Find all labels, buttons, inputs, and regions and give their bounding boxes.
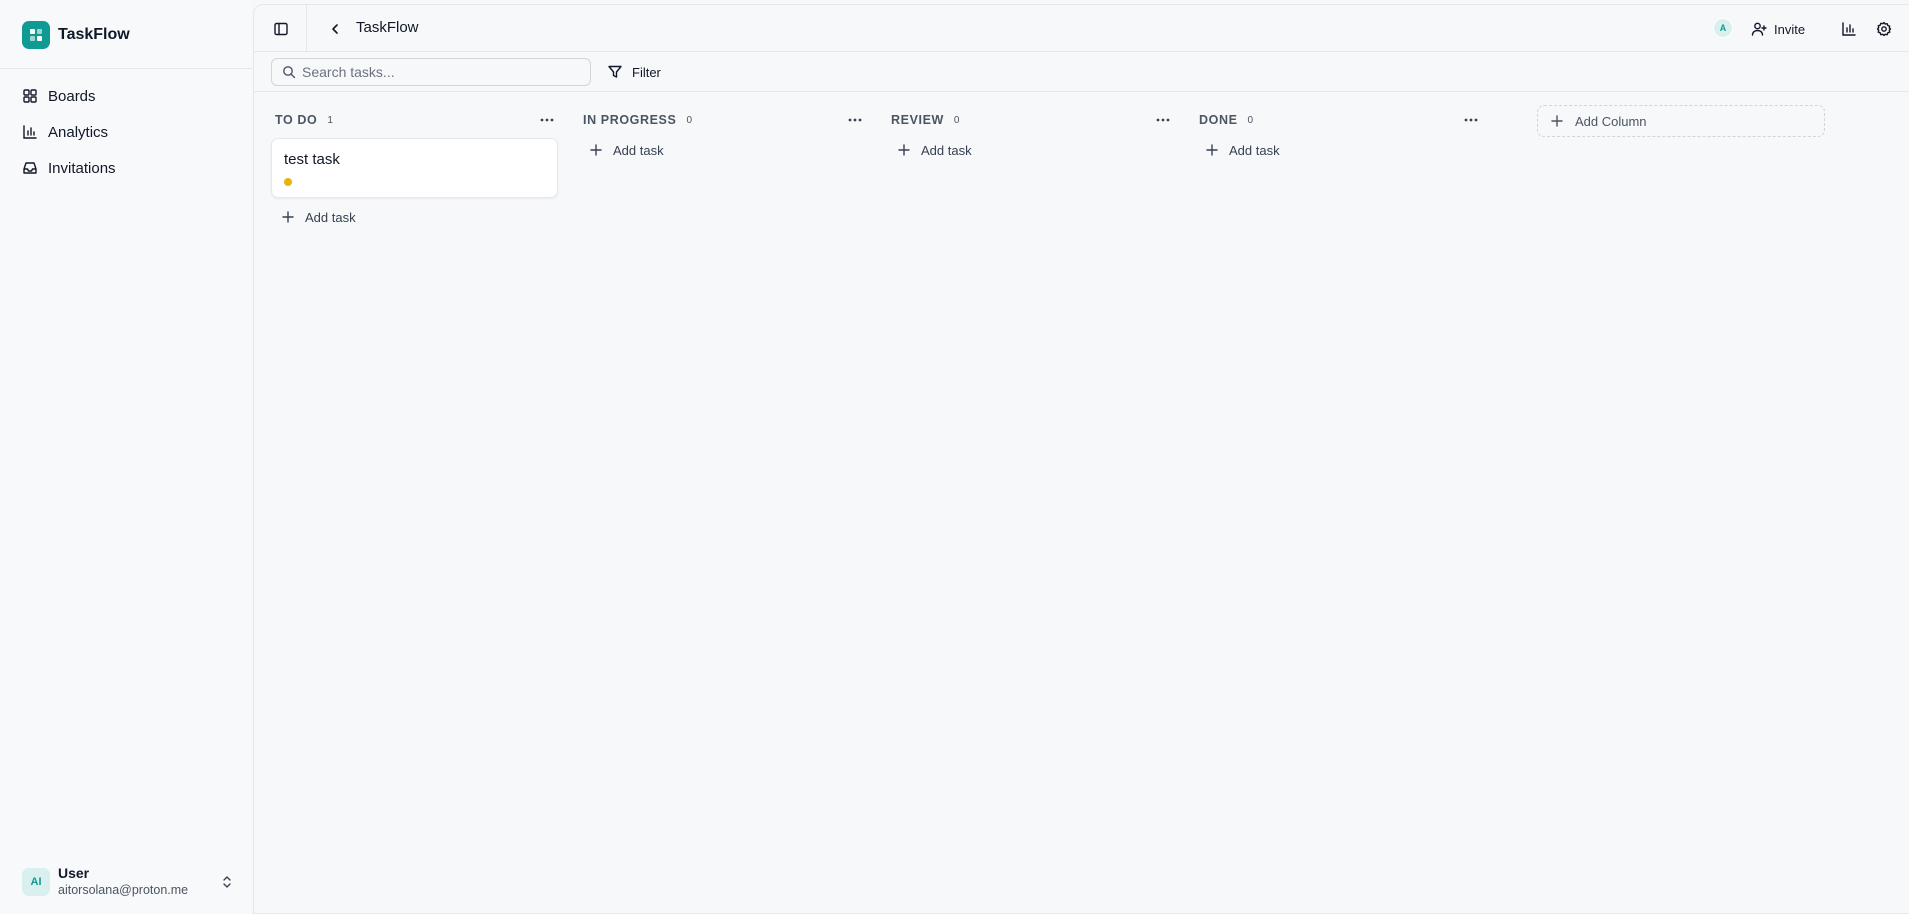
- column-header: DONE 0: [1195, 109, 1483, 131]
- main-panel: TaskFlow A Invite Search tasks... Filter…: [253, 4, 1909, 914]
- add-task-button[interactable]: Add task: [887, 136, 1175, 164]
- column-header: REVIEW 0: [887, 109, 1175, 131]
- inbox-icon: [23, 162, 37, 174]
- column-done: DONE 0 Add task: [1195, 109, 1483, 164]
- more-horizontal-icon: [1156, 118, 1170, 122]
- more-horizontal-icon: [848, 118, 862, 122]
- column-todo: TO DO 1 test task Add task: [271, 109, 559, 231]
- plus-icon: [1551, 115, 1563, 127]
- member-avatar[interactable]: A: [1713, 18, 1733, 38]
- bar-chart-icon: [23, 125, 37, 139]
- app-root: TaskFlow Boards Analytics Invitations AI…: [0, 0, 1909, 914]
- sidebar-item-label: Boards: [48, 87, 96, 105]
- sidebar-divider: [0, 68, 252, 69]
- filter-icon: [608, 65, 622, 78]
- column-count: 1: [327, 114, 333, 126]
- column-count: 0: [686, 114, 692, 126]
- sidebar-item-boards[interactable]: Boards: [14, 78, 240, 114]
- add-task-label: Add task: [921, 142, 972, 158]
- add-task-button[interactable]: Add task: [579, 136, 867, 164]
- add-task-label: Add task: [613, 142, 664, 158]
- plus-icon: [590, 144, 602, 156]
- add-task-button[interactable]: Add task: [1195, 136, 1483, 164]
- chevrons-up-down-icon: [223, 876, 231, 888]
- filter-button[interactable]: Filter: [607, 58, 661, 86]
- page-title: TaskFlow: [356, 19, 419, 36]
- column-header: TO DO 1: [271, 109, 559, 131]
- invite-button[interactable]: Invite: [1751, 15, 1805, 43]
- board-toolbar: Filter: [254, 52, 1909, 92]
- task-card[interactable]: test task: [271, 138, 558, 198]
- column-title: IN PROGRESS: [583, 113, 677, 127]
- user-name: User: [58, 865, 90, 881]
- filter-label: Filter: [632, 64, 661, 80]
- user-menu[interactable]: AI User aitorsolana@proton.me: [22, 865, 234, 898]
- column-count: 0: [953, 114, 960, 126]
- search-icon: [283, 66, 296, 79]
- analytics-button[interactable]: [1835, 15, 1863, 43]
- task-title: test task: [284, 151, 340, 168]
- search-field[interactable]: [271, 58, 591, 86]
- brand[interactable]: TaskFlow: [22, 21, 130, 49]
- search-input[interactable]: [302, 64, 582, 80]
- settings-button[interactable]: [1870, 15, 1898, 43]
- column-menu-button[interactable]: [843, 109, 867, 131]
- column-title: TO DO: [275, 113, 318, 127]
- grid-icon: [23, 89, 37, 103]
- topbar-divider: [306, 5, 307, 52]
- sidebar-item-label: Analytics: [48, 123, 109, 141]
- plus-icon: [898, 144, 910, 156]
- avatar: AI: [22, 868, 50, 896]
- sidebar-item-label: Invitations: [48, 159, 116, 177]
- gear-icon: [1876, 21, 1892, 37]
- sidebar-nav: Boards Analytics Invitations: [14, 78, 240, 186]
- back-button[interactable]: [321, 15, 349, 43]
- bar-chart-icon: [1842, 22, 1856, 36]
- more-horizontal-icon: [1464, 118, 1478, 122]
- topbar: TaskFlow A Invite: [254, 5, 1909, 52]
- column-title: DONE: [1199, 113, 1238, 127]
- user-email: aitorsolana@proton.me: [58, 883, 189, 897]
- sidebar-item-analytics[interactable]: Analytics: [14, 114, 240, 150]
- plus-icon: [1206, 144, 1218, 156]
- invite-label: Invite: [1774, 21, 1806, 37]
- column-menu-button[interactable]: [535, 109, 559, 131]
- plus-icon: [282, 211, 294, 223]
- user-plus-icon: [1751, 22, 1767, 36]
- sidebar-toggle-icon: [274, 22, 288, 36]
- sidebar: TaskFlow Boards Analytics Invitations AI…: [0, 0, 252, 914]
- chevron-left-icon: [332, 24, 338, 34]
- add-column-label: Add Column: [1575, 113, 1647, 129]
- priority-dot: [284, 178, 292, 186]
- add-task-label: Add task: [305, 209, 356, 225]
- brand-name: TaskFlow: [58, 26, 130, 43]
- toggle-sidebar-button[interactable]: [267, 15, 295, 43]
- column-header: IN PROGRESS 0: [579, 109, 867, 131]
- column-count: 0: [1247, 114, 1254, 126]
- more-horizontal-icon: [540, 118, 554, 122]
- add-task-button[interactable]: Add task: [271, 203, 559, 231]
- add-column-button[interactable]: Add Column: [1537, 105, 1825, 137]
- sidebar-item-invitations[interactable]: Invitations: [14, 150, 240, 186]
- column-review: REVIEW 0 Add task: [887, 109, 1175, 164]
- column-menu-button[interactable]: [1151, 109, 1175, 131]
- column-menu-button[interactable]: [1459, 109, 1483, 131]
- add-task-label: Add task: [1229, 142, 1280, 158]
- taskflow-logo-icon: [22, 21, 50, 49]
- column-title: REVIEW: [891, 113, 944, 127]
- column-in-progress: IN PROGRESS 0 Add task: [579, 109, 867, 164]
